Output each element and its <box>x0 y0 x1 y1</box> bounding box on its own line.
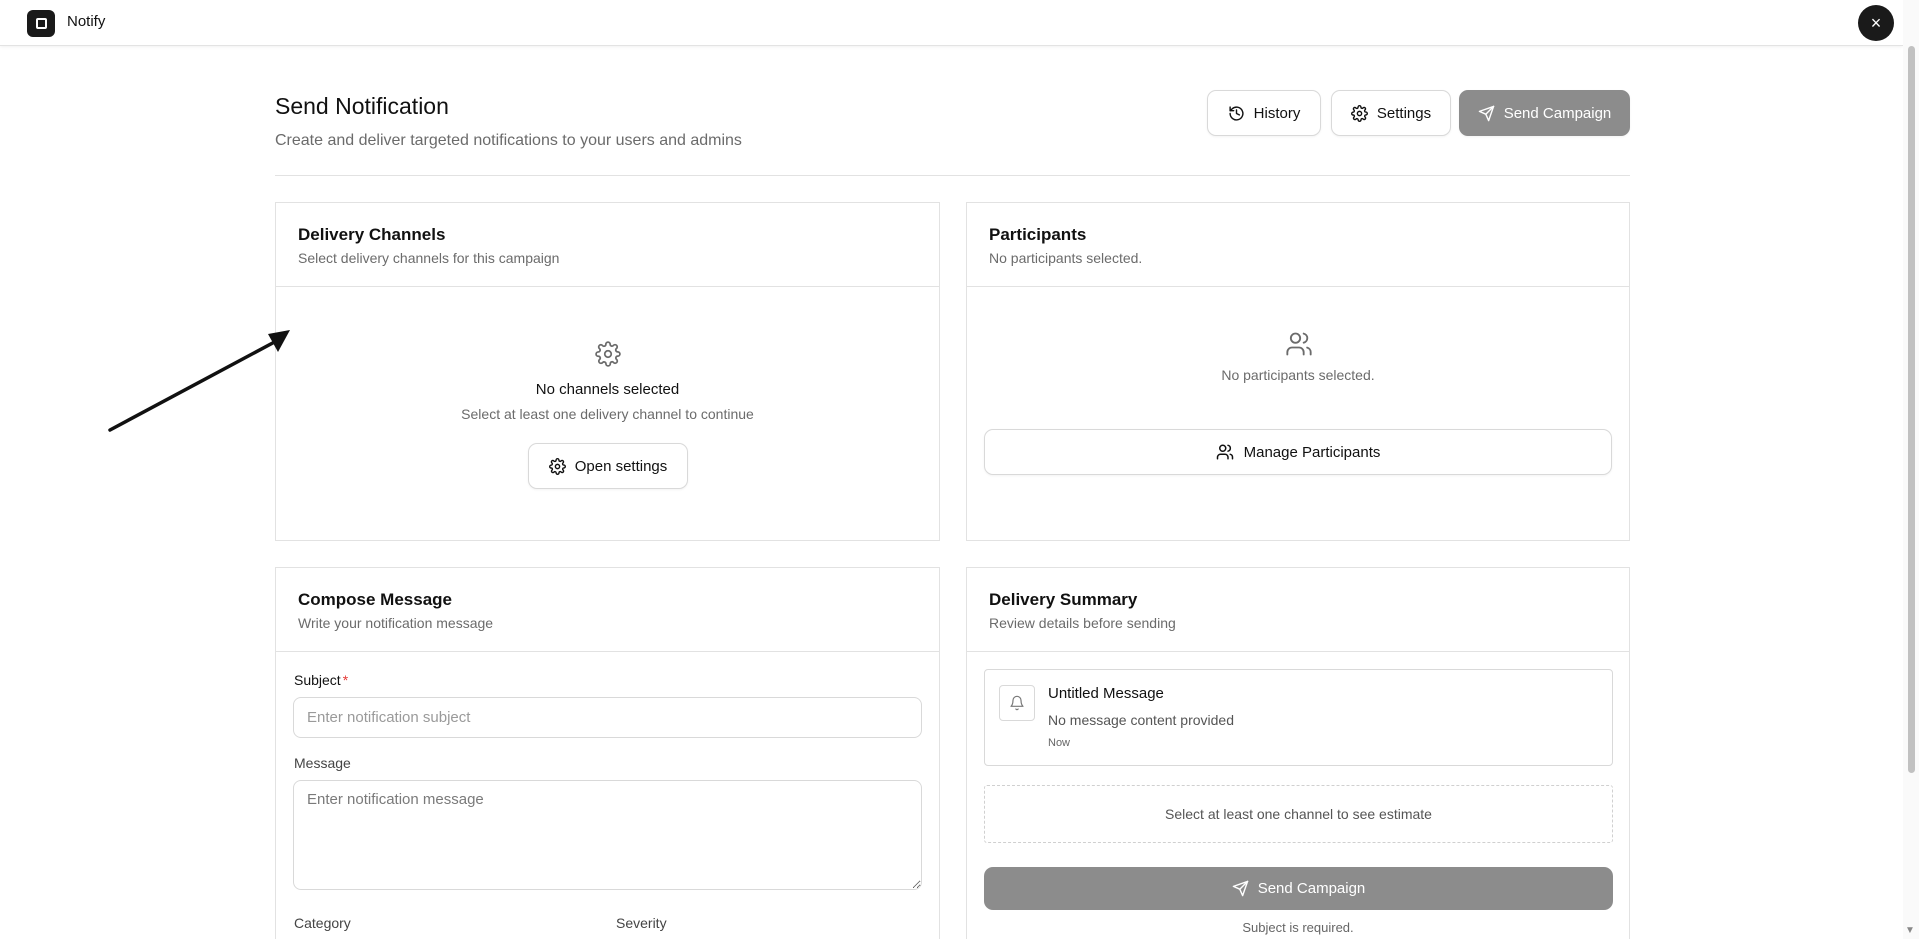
manage-participants-button[interactable]: Manage Participants <box>984 429 1612 475</box>
message-textarea[interactable] <box>293 780 922 890</box>
card-subtitle: Review details before sending <box>989 615 1176 631</box>
severity-label: Severity <box>616 915 667 931</box>
top-bar: Notify × <box>0 0 1903 46</box>
app-logo-icon <box>27 10 55 37</box>
subject-input[interactable] <box>293 697 922 738</box>
history-button[interactable]: History <box>1207 90 1321 136</box>
validation-message: Subject is required. <box>1242 920 1354 935</box>
header-divider <box>275 175 1630 176</box>
send-campaign-button[interactable]: Send Campaign <box>1459 90 1630 136</box>
subject-label: Subject * <box>294 672 348 688</box>
send-campaign-button[interactable]: Send Campaign <box>984 867 1613 910</box>
gear-icon <box>1350 104 1368 122</box>
gear-icon <box>548 457 566 475</box>
open-settings-label: Open settings <box>574 457 668 475</box>
send-icon <box>1232 880 1248 897</box>
card-title: Participants <box>989 225 1087 244</box>
card-subtitle: Select delivery channels for this campai… <box>298 250 560 266</box>
settings-button[interactable]: Settings <box>1331 90 1451 136</box>
gear-icon <box>595 341 621 367</box>
users-icon <box>1216 444 1233 460</box>
card-header: Compose Message Write your notification … <box>276 568 939 652</box>
delivery-summary-card: Delivery Summary Review details before s… <box>966 567 1630 939</box>
bell-icon <box>999 685 1035 721</box>
required-mark: * <box>342 672 349 688</box>
preview-body: No message content provided <box>1048 712 1234 728</box>
page-title: Send Notification <box>275 93 449 119</box>
empty-state-title: No channels selected <box>535 381 680 398</box>
participants-card: Participants No participants selected. N… <box>966 202 1630 541</box>
card-subtitle: No participants selected. <box>989 250 1143 266</box>
estimate-placeholder: Select at least one channel to see estim… <box>984 785 1613 843</box>
card-header: Participants No participants selected. <box>967 203 1629 287</box>
card-title: Delivery Summary <box>989 590 1138 609</box>
history-label: History <box>1253 104 1301 122</box>
send-icon <box>1478 105 1494 121</box>
send-campaign-label: Send Campaign <box>1503 104 1612 122</box>
compose-message-card: Compose Message Write your notification … <box>275 567 940 939</box>
card-title: Compose Message <box>298 590 452 609</box>
scroll-down-icon[interactable]: ▼ <box>1905 925 1915 936</box>
preview-title: Untitled Message <box>1048 685 1164 702</box>
message-label: Message <box>294 755 351 771</box>
preview-timestamp: Now <box>1048 737 1071 749</box>
users-icon <box>1286 332 1312 356</box>
open-settings-button[interactable]: Open settings <box>528 443 688 489</box>
settings-label: Settings <box>1376 104 1432 122</box>
history-icon <box>1229 105 1244 121</box>
empty-state-subtitle: Select at least one delivery channel to … <box>461 406 754 422</box>
card-header: Delivery Channels Select delivery channe… <box>276 203 939 287</box>
close-button[interactable]: × <box>1858 5 1894 41</box>
page-subtitle: Create and deliver targeted notification… <box>275 132 742 149</box>
card-header: Delivery Summary Review details before s… <box>967 568 1629 652</box>
category-label: Category <box>294 915 351 931</box>
empty-state-text: No participants selected. <box>1221 367 1375 383</box>
send-campaign-label: Send Campaign <box>1257 880 1366 897</box>
manage-participants-label: Manage Participants <box>1243 443 1381 461</box>
delivery-channels-card: Delivery Channels Select delivery channe… <box>275 202 940 541</box>
card-title: Delivery Channels <box>298 225 446 244</box>
message-preview: Untitled Message No message content prov… <box>984 669 1613 766</box>
annotation-arrow-icon <box>108 330 290 432</box>
subject-label-text: Subject <box>294 672 341 688</box>
card-subtitle: Write your notification message <box>298 615 494 631</box>
app-title: Notify <box>67 13 106 30</box>
scrollbar-thumb[interactable] <box>1908 46 1915 773</box>
